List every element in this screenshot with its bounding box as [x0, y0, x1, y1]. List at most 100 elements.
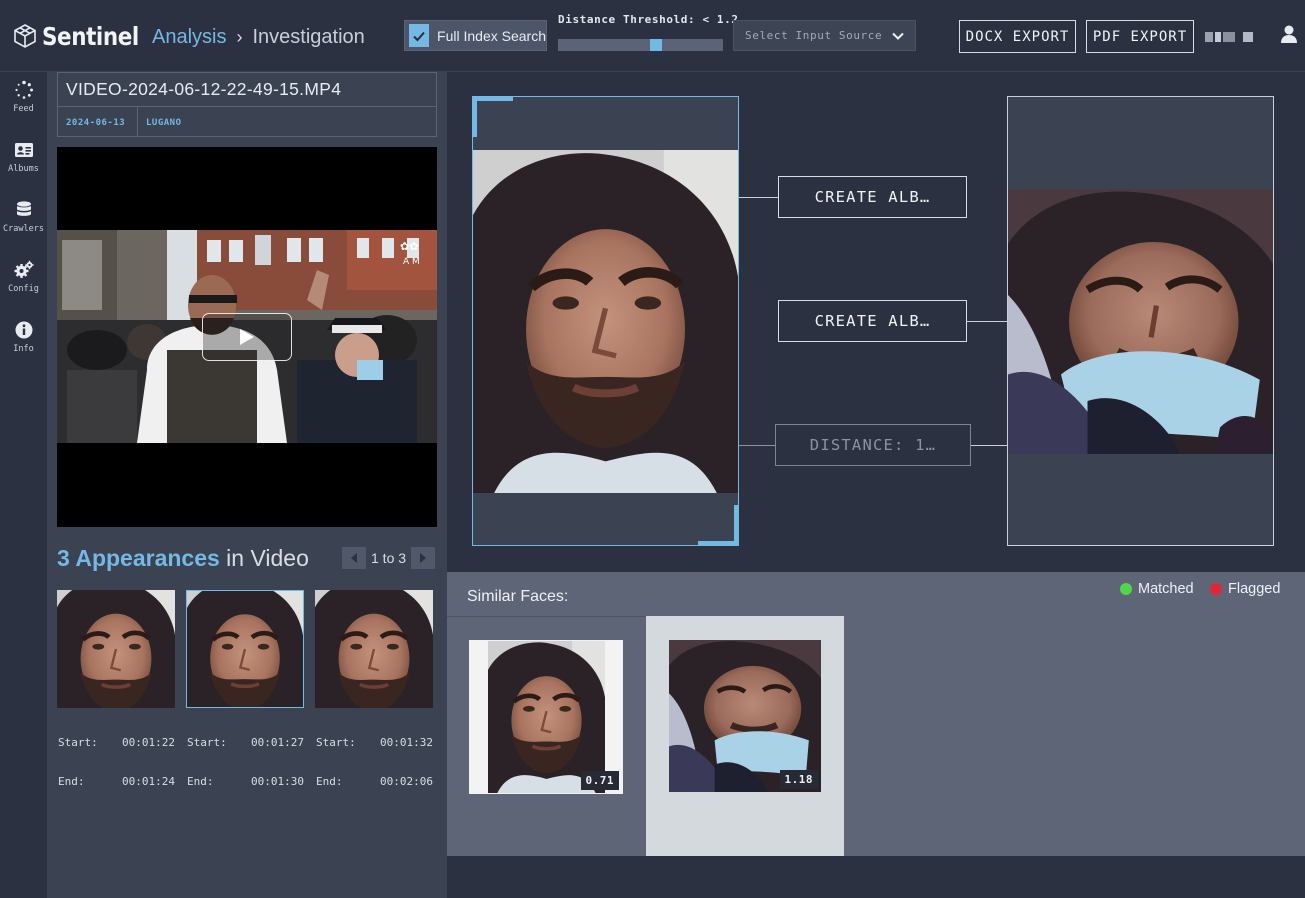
file-date: 2024-06-13	[58, 107, 138, 137]
create-album-button-1[interactable]: CREATE ALB…	[778, 176, 967, 218]
appearances-pager: 1 to 3	[342, 547, 436, 569]
docx-export-button[interactable]: DOCX EXPORT	[959, 20, 1076, 53]
app-logo[interactable]: Sentinel	[12, 20, 155, 52]
database-icon	[16, 201, 31, 216]
similarity-score: 0.71	[580, 771, 619, 790]
similar-face-card-1[interactable]: 0.71	[447, 616, 646, 856]
nav-item-feed[interactable]: Feed	[0, 72, 47, 122]
user-icon[interactable]	[1279, 24, 1299, 44]
spinner-icon	[14, 80, 33, 99]
top-header: Sentinel Analysis › Investigation Full I…	[0, 0, 1305, 72]
start-label: Start:	[58, 736, 98, 749]
distance-readout: DISTANCE: 1…	[775, 424, 971, 466]
video-player[interactable]: ✿✿ A M	[57, 147, 437, 527]
play-button[interactable]	[202, 313, 292, 361]
start-label: Start:	[187, 736, 227, 749]
left-nav: Feed Albums Crawlers Config Info	[0, 72, 47, 898]
threshold-label: Distance Threshold: < 1.2	[558, 13, 739, 26]
similar-face-1: 0.71	[469, 640, 623, 794]
connector-line	[967, 321, 1007, 322]
face-thumbnail	[187, 591, 303, 707]
similarity-score: 1.18	[779, 770, 818, 789]
start-time: 00:01:27	[251, 736, 304, 749]
end-time: 00:01:30	[251, 775, 304, 788]
appearances-suffix: in Video	[219, 545, 309, 571]
full-index-search-toggle[interactable]: Full Index Search	[404, 20, 547, 51]
threshold-slider-handle[interactable]	[650, 39, 662, 51]
file-meta: 2024-06-13 LUGANO	[58, 106, 436, 137]
frame-corner	[734, 505, 738, 545]
checkmark-icon	[413, 31, 425, 41]
end-label: End:	[187, 775, 214, 788]
matched-dot-icon	[1120, 583, 1132, 595]
nav-label-albums: Albums	[8, 164, 39, 174]
breadcrumb-investigation: Investigation	[252, 26, 365, 48]
appearance-thumb-3[interactable]	[315, 590, 433, 708]
match-face-image	[1008, 189, 1273, 454]
pager-prev-button[interactable]	[342, 547, 366, 569]
similar-face-2: 1.18	[669, 640, 821, 792]
file-location: LUGANO	[146, 118, 182, 128]
frame-corner	[698, 541, 738, 545]
face-thumbnail	[315, 590, 433, 708]
nav-label-feed: Feed	[13, 104, 34, 114]
caret-left-icon	[351, 553, 357, 563]
nav-item-info[interactable]: Info	[0, 312, 47, 362]
legend-flagged: Flagged	[1210, 581, 1280, 597]
file-info: VIDEO-2024-06-12-22-49-15.MP4 2024-06-13…	[57, 72, 437, 137]
nav-label-info: Info	[13, 344, 34, 354]
face-thumbnail	[57, 590, 175, 708]
frame-corner	[473, 97, 477, 137]
legend-matched: Matched	[1120, 581, 1194, 597]
face-comparison: CREATE ALB… CREATE ALB… DISTANCE: 1…	[447, 72, 1305, 572]
gears-icon	[14, 260, 34, 278]
logo-text: Sentinel	[42, 21, 139, 51]
query-face-frame[interactable]	[472, 96, 739, 546]
start-time: 00:01:32	[380, 736, 433, 749]
match-face-frame[interactable]	[1007, 96, 1274, 546]
nav-item-crawlers[interactable]: Crawlers	[0, 192, 47, 242]
appearances-count: 3 Appearances	[57, 545, 220, 571]
flagged-dot-icon	[1210, 583, 1222, 595]
pager-next-button[interactable]	[411, 547, 436, 569]
end-label: End:	[58, 775, 85, 788]
create-album-button-2[interactable]: CREATE ALB…	[778, 300, 967, 342]
end-time: 00:02:06	[380, 775, 433, 788]
threshold-slider[interactable]	[558, 39, 723, 51]
nav-label-config: Config	[8, 284, 39, 294]
end-time: 00:01:24	[122, 775, 175, 788]
file-name: VIDEO-2024-06-12-22-49-15.MP4	[66, 79, 342, 99]
id-card-icon	[14, 143, 33, 157]
connector-line	[739, 445, 775, 446]
appearance-times-2: Start: 00:01:27 End: 00:01:30	[187, 710, 304, 814]
nav-item-config[interactable]: Config	[0, 252, 47, 302]
appearances-heading: 3 Appearances in Video	[57, 545, 309, 572]
breadcrumb-analysis[interactable]: Analysis	[152, 26, 226, 49]
appearance-thumb-2[interactable]	[186, 590, 304, 708]
bottom-strip	[447, 856, 1305, 898]
similar-faces-title: Similar Faces:	[467, 588, 569, 605]
caret-right-icon	[420, 553, 427, 563]
similar-face-card-2[interactable]: 1.18	[646, 616, 844, 856]
video-panel: VIDEO-2024-06-12-22-49-15.MP4 2024-06-13…	[47, 72, 447, 898]
input-source-select[interactable]: Select Input Source	[733, 20, 916, 51]
input-source-placeholder: Select Input Source	[745, 29, 883, 42]
frame-corner	[473, 97, 513, 101]
connector-line	[739, 197, 778, 198]
similar-faces-section: Similar Faces: Matched Flagged 0.71 1.18	[447, 572, 1305, 856]
distance-threshold: Distance Threshold: < 1.2	[558, 13, 739, 51]
chevron-down-icon	[892, 32, 904, 40]
appearance-times-1: Start: 00:01:22 End: 00:01:24	[58, 710, 175, 814]
status-indicator	[1205, 32, 1253, 42]
full-index-checkbox[interactable]	[409, 24, 430, 47]
info-icon	[15, 321, 32, 339]
connector-line	[971, 445, 1007, 446]
legend-flagged-label: Flagged	[1228, 581, 1281, 597]
cube-logo-icon	[14, 24, 36, 48]
pdf-export-button[interactable]: PDF EXPORT	[1086, 20, 1194, 53]
end-label: End:	[316, 775, 343, 788]
breadcrumb: Analysis › Investigation	[152, 26, 365, 49]
appearance-thumb-1[interactable]	[57, 590, 175, 708]
nav-item-albums[interactable]: Albums	[0, 132, 47, 182]
legend-matched-label: Matched	[1138, 581, 1194, 597]
